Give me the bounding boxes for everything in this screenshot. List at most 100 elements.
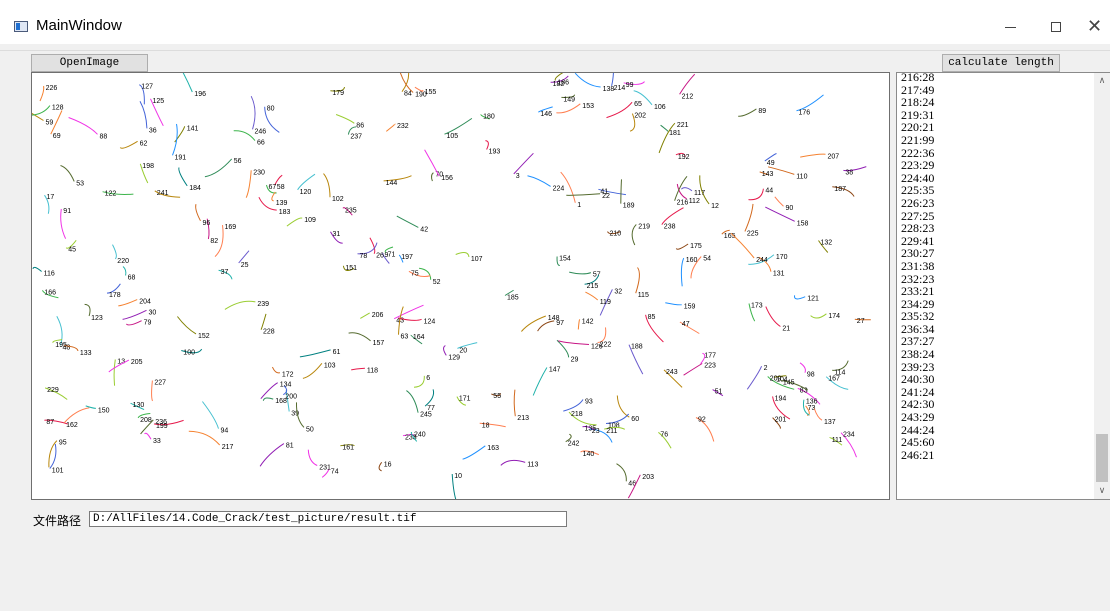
close-button[interactable]: ✕ xyxy=(1079,10,1110,44)
crack-label: 166 xyxy=(44,289,56,296)
crack-label: 133 xyxy=(80,350,92,357)
crack-label: 33 xyxy=(153,438,161,445)
crack-label: 110 xyxy=(796,173,807,180)
crack-segment xyxy=(323,173,331,198)
crack-segment xyxy=(660,124,669,132)
divider xyxy=(0,50,1110,51)
crack-label: 238 xyxy=(664,224,676,231)
crack-segment xyxy=(556,103,581,114)
crack-segment xyxy=(178,167,188,187)
result-item[interactable]: 245:60 xyxy=(901,436,1091,449)
crack-segment xyxy=(431,172,434,182)
crack-label: 181 xyxy=(669,130,681,137)
open-image-button[interactable]: OpenImage xyxy=(31,54,148,72)
crack-segment xyxy=(810,313,827,319)
result-item[interactable]: 246:21 xyxy=(901,449,1091,462)
crack-label: 234 xyxy=(843,432,855,439)
result-item[interactable]: 243:29 xyxy=(901,411,1091,424)
crack-label: 229 xyxy=(47,387,59,394)
crack-label: 232 xyxy=(397,123,409,130)
crack-label: 101 xyxy=(52,468,64,475)
crack-segment xyxy=(32,266,42,272)
image-canvas[interactable]: 1 2 3 6 9 10 12 13 16 17 18 20 21 22 23 25 26 27 29 30 31 32 3… xyxy=(31,72,890,500)
result-item[interactable]: 238:24 xyxy=(901,348,1091,361)
results-list-items: 216:28 217:49 218:24 219:31 220:21 221:99 222:… xyxy=(901,73,1091,462)
crack-label: 202 xyxy=(634,113,646,120)
crack-label: 53 xyxy=(76,180,84,187)
crack-label: 10 xyxy=(454,473,462,480)
crack-label: 236 xyxy=(155,419,167,426)
crack-segment xyxy=(335,114,355,124)
crack-label: 174 xyxy=(828,313,840,320)
result-item[interactable]: 240:30 xyxy=(901,373,1091,386)
crack-segment xyxy=(360,312,370,319)
crack-label: 216 xyxy=(677,200,689,207)
crack-label: 76 xyxy=(660,431,668,438)
crack-segment xyxy=(260,313,267,330)
result-item[interactable]: 223:29 xyxy=(901,159,1091,172)
crack-label: 79 xyxy=(144,320,152,327)
result-item[interactable]: 221:99 xyxy=(901,134,1091,147)
crack-label: 154 xyxy=(559,256,571,263)
crack-label: 124 xyxy=(424,318,436,325)
crack-label: 51 xyxy=(715,389,723,396)
file-path-input[interactable] xyxy=(89,511,567,527)
crack-label: 115 xyxy=(638,292,649,299)
crack-segment xyxy=(635,267,640,294)
calculate-length-button[interactable]: calculate length xyxy=(942,54,1060,72)
minimize-button[interactable] xyxy=(987,10,1033,44)
crack-segment xyxy=(674,175,688,201)
result-item[interactable]: 231:38 xyxy=(901,260,1091,273)
crack-label: 160 xyxy=(686,257,698,264)
crack-label: 89 xyxy=(758,108,766,115)
chevron-down-icon[interactable]: ∨ xyxy=(1094,483,1110,499)
crack-segment xyxy=(122,309,147,320)
crack-label: 143 xyxy=(762,171,774,178)
crack-label: 94 xyxy=(221,428,229,435)
crack-segment xyxy=(585,291,599,301)
crack-segment xyxy=(60,165,75,182)
crack-segment xyxy=(527,175,551,187)
crack-segment xyxy=(443,345,447,356)
crack-segment xyxy=(151,380,153,402)
result-item[interactable]: 218:24 xyxy=(901,96,1091,109)
result-item[interactable]: 233:21 xyxy=(901,285,1091,298)
list-scrollbar[interactable]: ∧ ∨ xyxy=(1094,73,1110,499)
crack-segment xyxy=(271,366,281,374)
crack-segment xyxy=(620,179,622,204)
crack-segment xyxy=(513,152,534,175)
results-list[interactable]: 216:28 217:49 218:24 219:31 220:21 221:99 222:… xyxy=(896,72,1110,500)
crack-label: 100 xyxy=(183,350,195,357)
crack-label: 27 xyxy=(857,318,865,325)
crack-segment xyxy=(744,203,754,232)
result-item[interactable]: 226:23 xyxy=(901,197,1091,210)
crack-label: 41 xyxy=(600,188,608,195)
maximize-button[interactable] xyxy=(1033,10,1079,44)
window-title: MainWindow xyxy=(36,17,122,34)
result-item[interactable]: 235:32 xyxy=(901,310,1091,323)
result-item[interactable]: 228:23 xyxy=(901,222,1091,235)
result-item[interactable]: 216:28 xyxy=(901,73,1091,84)
crack-label: 20 xyxy=(459,347,467,354)
crack-segment xyxy=(616,395,630,418)
crack-segment xyxy=(774,196,784,207)
scrollbar-thumb[interactable] xyxy=(1096,434,1108,482)
crack-label: 65 xyxy=(634,101,642,108)
crack-segment xyxy=(658,122,676,154)
close-icon: ✕ xyxy=(1086,16,1103,37)
crack-label: 127 xyxy=(141,84,153,91)
crack-label: 111 xyxy=(832,437,843,444)
crack-label: 73 xyxy=(808,405,816,412)
crack-segment xyxy=(32,105,51,116)
crack-label: 93 xyxy=(585,399,593,406)
crack-segment xyxy=(444,117,473,135)
crack-label: 95 xyxy=(59,440,67,447)
crack-label: 217 xyxy=(222,444,234,451)
crack-label: 228 xyxy=(263,329,275,336)
crack-segment xyxy=(245,170,252,198)
crack-segment xyxy=(532,367,548,396)
crack-segment xyxy=(683,363,703,376)
chevron-up-icon[interactable]: ∧ xyxy=(1094,73,1110,89)
crack-label: 179 xyxy=(332,90,344,97)
crack-label: 105 xyxy=(447,133,459,140)
